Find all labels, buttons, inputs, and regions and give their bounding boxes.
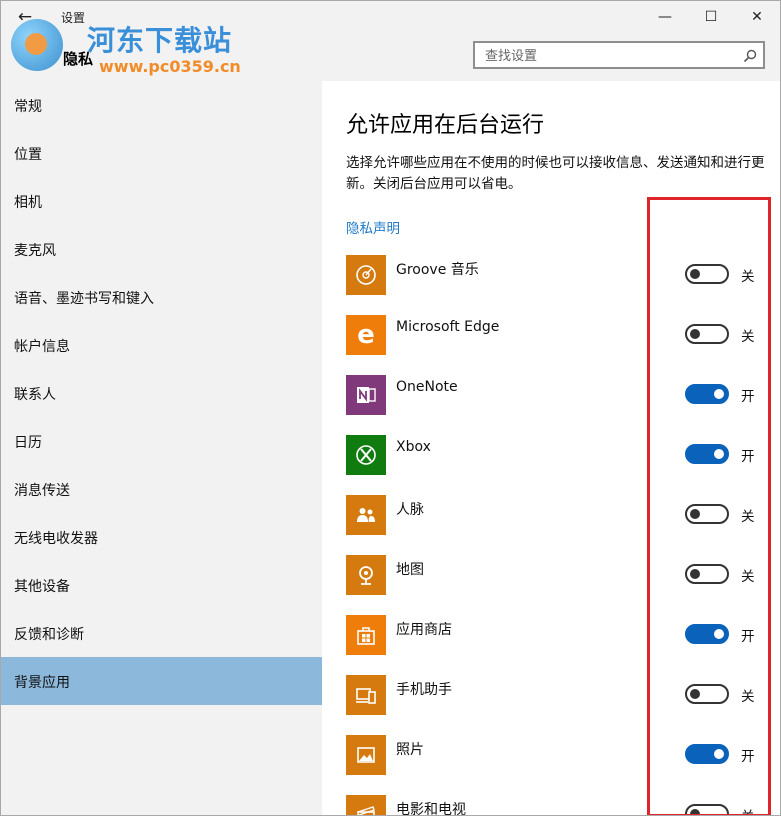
close-icon: ✕ bbox=[751, 9, 763, 25]
sidebar-item-account-info[interactable]: 帐户信息 bbox=[1, 321, 322, 369]
toggle-state-label: 开 bbox=[741, 749, 755, 765]
background-toggle[interactable] bbox=[685, 264, 729, 284]
toggle-state-label: 关 bbox=[741, 569, 755, 585]
app-row-maps: 地图 关 bbox=[346, 555, 776, 595]
app-name: Groove 音乐 bbox=[396, 262, 479, 278]
sidebar-item-label: 位置 bbox=[14, 147, 42, 163]
background-toggle[interactable] bbox=[685, 804, 729, 815]
close-button[interactable]: ✕ bbox=[734, 1, 780, 33]
background-toggle[interactable] bbox=[685, 564, 729, 584]
sidebar-item-label: 帐户信息 bbox=[14, 339, 70, 355]
sidebar-item-label: 消息传送 bbox=[14, 483, 70, 499]
sidebar-item-other-devices[interactable]: 其他设备 bbox=[1, 561, 322, 609]
app-name: Microsoft Edge bbox=[396, 319, 500, 335]
sidebar-item-radios[interactable]: 无线电收发器 bbox=[1, 513, 322, 561]
privacy-statement-link[interactable]: 隐私声明 bbox=[346, 217, 400, 237]
sidebar-item-feedback[interactable]: 反馈和诊断 bbox=[1, 609, 322, 657]
app-row-groove: Groove 音乐 关 bbox=[346, 255, 776, 295]
app-name: OneNote bbox=[396, 379, 458, 395]
watermark-url: www.pc0359.cn bbox=[99, 57, 241, 76]
toggle-state-label: 开 bbox=[741, 629, 755, 645]
background-toggle[interactable] bbox=[685, 624, 729, 644]
sidebar-item-label: 日历 bbox=[14, 435, 42, 451]
sidebar-item-microphone[interactable]: 麦克风 bbox=[1, 225, 322, 273]
background-toggle[interactable] bbox=[685, 504, 729, 524]
toggle-state-label: 开 bbox=[741, 449, 755, 465]
app-name: 手机助手 bbox=[396, 682, 452, 698]
onenote-icon bbox=[346, 375, 386, 415]
film-icon bbox=[346, 795, 386, 815]
sidebar-item-background-apps[interactable]: 背景应用 bbox=[1, 657, 322, 705]
sidebar-item-label: 背景应用 bbox=[14, 675, 70, 691]
sidebar-item-location[interactable]: 位置 bbox=[1, 129, 322, 177]
sidebar-item-label: 常规 bbox=[14, 99, 42, 115]
main-content: 允许应用在后台运行 选择允许哪些应用在不使用的时候也可以接收信息、发送通知和进行… bbox=[322, 81, 780, 815]
app-row-edge: e Microsoft Edge 关 bbox=[346, 315, 776, 355]
background-toggle[interactable] bbox=[685, 324, 729, 344]
app-name: 电影和电视 bbox=[396, 802, 466, 816]
app-name: 人脉 bbox=[396, 502, 424, 518]
maximize-button[interactable]: ☐ bbox=[688, 1, 734, 33]
phone-companion-icon bbox=[346, 675, 386, 715]
search-input[interactable] bbox=[483, 46, 737, 66]
background-toggle[interactable] bbox=[685, 744, 729, 764]
sidebar-item-speech-inking[interactable]: 语音、墨迹书写和键入 bbox=[1, 273, 322, 321]
sidebar-item-label: 语音、墨迹书写和键入 bbox=[14, 291, 154, 307]
sidebar-item-label: 相机 bbox=[14, 195, 42, 211]
sidebar-item-messaging[interactable]: 消息传送 bbox=[1, 465, 322, 513]
app-name: Xbox bbox=[396, 439, 431, 455]
toggle-state-label: 关 bbox=[741, 805, 755, 815]
watermark-logo: 河东下载站 www.pc0359.cn bbox=[5, 15, 255, 83]
music-disc-icon bbox=[346, 255, 386, 295]
xbox-icon bbox=[346, 435, 386, 475]
toggle-state-label: 开 bbox=[741, 389, 755, 405]
minimize-icon: — bbox=[658, 9, 672, 25]
sidebar-item-label: 反馈和诊断 bbox=[14, 627, 84, 643]
sidebar-item-label: 无线电收发器 bbox=[14, 531, 98, 547]
sidebar-item-label: 麦克风 bbox=[14, 243, 56, 259]
page-description: 选择允许哪些应用在不使用的时候也可以接收信息、发送通知和进行更新。关闭后台应用可… bbox=[346, 155, 765, 192]
maximize-icon: ☐ bbox=[704, 9, 718, 25]
store-bag-icon bbox=[346, 615, 386, 655]
app-name: 照片 bbox=[396, 742, 424, 758]
app-name: 应用商店 bbox=[396, 622, 452, 638]
background-toggle[interactable] bbox=[685, 684, 729, 704]
people-icon bbox=[346, 495, 386, 535]
app-row-movies-tv: 电影和电视 关 bbox=[346, 795, 776, 816]
page-title: 允许应用在后台运行 bbox=[346, 113, 545, 138]
sidebar-item-camera[interactable]: 相机 bbox=[1, 177, 322, 225]
toggle-state-label: 关 bbox=[741, 689, 755, 705]
settings-window: ← 设置 — ☐ ✕ 隐私 河东下载站 www.pc0359.cn 常规 位置 … bbox=[0, 0, 781, 816]
sidebar-item-contacts[interactable]: 联系人 bbox=[1, 369, 322, 417]
app-row-people: 人脉 关 bbox=[346, 495, 776, 535]
search-box[interactable] bbox=[473, 41, 765, 69]
edge-icon: e bbox=[346, 315, 386, 355]
photo-icon bbox=[346, 735, 386, 775]
background-toggle[interactable] bbox=[685, 384, 729, 404]
watermark-site-name: 河东下载站 bbox=[87, 24, 233, 57]
app-row-onenote: OneNote 开 bbox=[346, 375, 776, 415]
app-row-xbox: Xbox 开 bbox=[346, 435, 776, 475]
minimize-button[interactable]: — bbox=[642, 1, 688, 33]
app-row-store: 应用商店 开 bbox=[346, 615, 776, 655]
map-pin-icon bbox=[346, 555, 386, 595]
sidebar-item-calendar[interactable]: 日历 bbox=[1, 417, 322, 465]
app-name: 地图 bbox=[396, 562, 424, 578]
sidebar-item-general[interactable]: 常规 bbox=[1, 81, 322, 129]
app-row-photos: 照片 开 bbox=[346, 735, 776, 775]
app-row-phone-companion: 手机助手 关 bbox=[346, 675, 776, 715]
toggle-state-label: 关 bbox=[741, 269, 755, 285]
sidebar: 常规 位置 相机 麦克风 语音、墨迹书写和键入 帐户信息 联系人 日历 消息传送… bbox=[1, 81, 322, 815]
toggle-state-label: 关 bbox=[741, 509, 755, 525]
sidebar-item-label: 其他设备 bbox=[14, 579, 70, 595]
watermark-globe-icon bbox=[11, 19, 63, 71]
toggle-state-label: 关 bbox=[741, 329, 755, 345]
background-toggle[interactable] bbox=[685, 444, 729, 464]
sidebar-item-label: 联系人 bbox=[14, 387, 56, 403]
search-icon[interactable] bbox=[743, 46, 757, 64]
